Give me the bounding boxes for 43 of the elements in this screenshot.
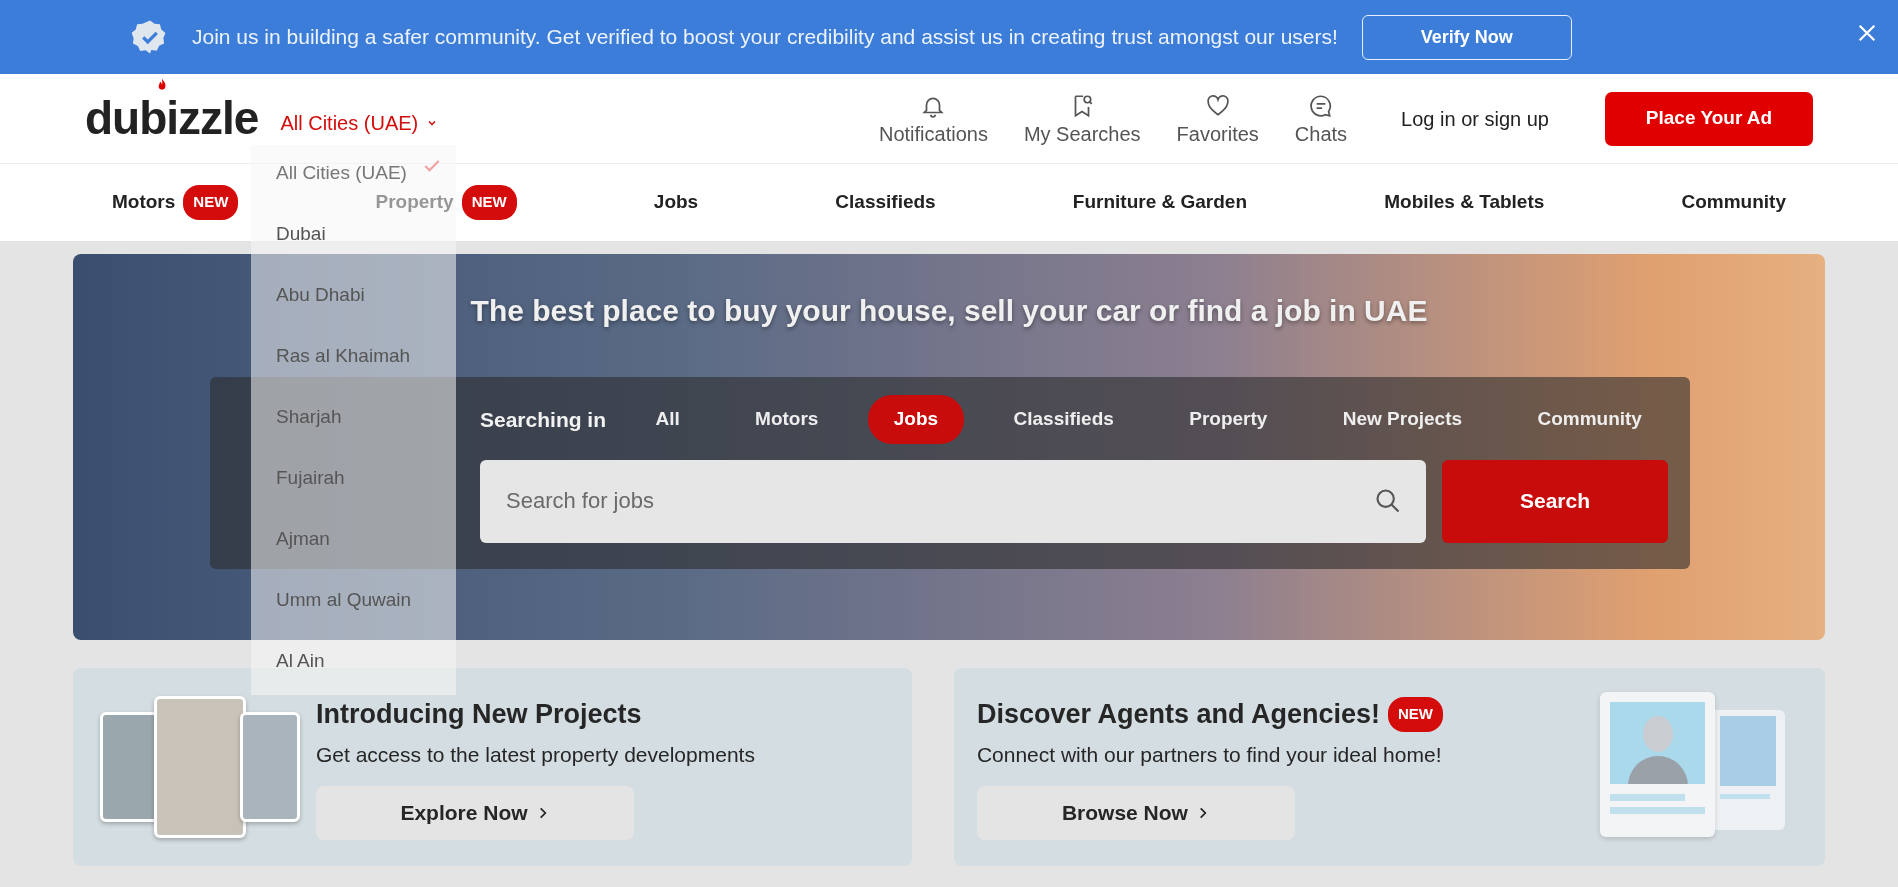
promo-button[interactable]: Explore Now — [316, 786, 634, 840]
city-option[interactable]: Dubai — [251, 218, 456, 250]
verify-now-button[interactable]: Verify Now — [1361, 14, 1572, 60]
header-link[interactable]: Chats — [1294, 122, 1348, 145]
hero-title: The best place to buy your house, sell your car or find a job in UAE — [470, 293, 1428, 329]
search-category-tab[interactable]: Property — [1163, 395, 1294, 444]
verified-badge-icon — [132, 19, 168, 55]
promo-button[interactable]: Browse Now — [976, 786, 1295, 840]
new-tag: NEW — [183, 185, 239, 220]
chat-bubble-icon — [1308, 92, 1334, 119]
close-icon[interactable] — [1856, 22, 1878, 44]
city-option[interactable]: All Cities (UAE) — [251, 157, 456, 189]
promo-text: Connect with our partners to find your ideal home! — [976, 741, 1443, 768]
login-link[interactable]: Log in or sign up — [1395, 102, 1555, 135]
category-link[interactable]: Furniture & Garden — [1072, 188, 1248, 217]
city-selector[interactable]: All Cities (UAE) — [274, 106, 445, 139]
search-icon — [1374, 486, 1402, 515]
banner-text: Join us in building a safer community. Get verified to boost your credibility and assist us in creating trust amongst our users! — [192, 24, 1338, 51]
header-link[interactable]: Notifications — [878, 122, 988, 145]
header-link[interactable]: My Searches — [1023, 122, 1141, 145]
category-link[interactable]: Jobs — [653, 188, 699, 217]
promo-title: Discover Agents and Agencies! — [976, 698, 1380, 731]
new-tag: NEW — [1388, 697, 1443, 732]
category-link[interactable]: Motors — [112, 188, 176, 217]
search-category-tab[interactable]: Community — [1511, 395, 1668, 444]
search-button[interactable]: Search — [1442, 459, 1668, 543]
category-link[interactable]: Community — [1681, 188, 1786, 217]
header-link[interactable]: Favorites — [1176, 122, 1259, 145]
promo-title: Introducing New Projects — [316, 698, 642, 731]
category-link[interactable]: Mobiles & Tablets — [1384, 188, 1545, 217]
city-option[interactable]: Al Ain — [251, 645, 456, 677]
search-category-tab[interactable]: New Projects — [1316, 395, 1489, 444]
search-field[interactable]: Search for jobs — [480, 459, 1426, 543]
logo[interactable]: dubizzle — [85, 84, 259, 153]
place-ad-button[interactable]: Place Your Ad — [1605, 91, 1813, 146]
searching-label: Searching in — [480, 406, 607, 433]
promo-text: Get access to the latest property developments — [316, 741, 755, 768]
search-category-tab[interactable]: Jobs — [867, 395, 965, 444]
search-category-tab[interactable]: Motors — [729, 395, 845, 444]
search-category-tab[interactable]: Classifieds — [987, 395, 1140, 444]
search-category-tab[interactable]: All — [629, 395, 706, 444]
category-link[interactable]: Classifieds — [835, 188, 936, 217]
new-tag: NEW — [461, 185, 517, 220]
